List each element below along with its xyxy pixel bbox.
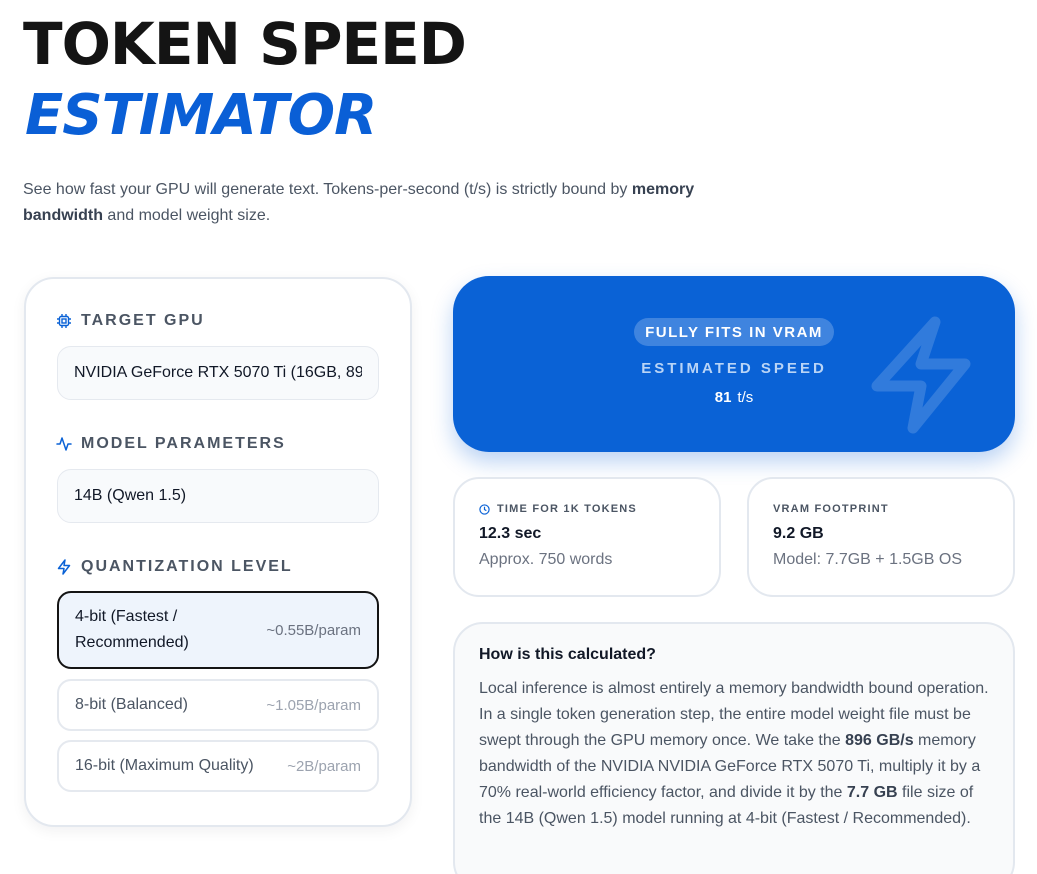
time-stat-value: 12.3 sec [479, 525, 542, 542]
page-title: TOKEN SPEED [23, 10, 467, 78]
bolt-icon [57, 559, 71, 575]
quant-option-16bit[interactable]: 16-bit (Maximum Quality) ~2B/param [57, 740, 379, 792]
vram-stat-sub: Model: 7.7GB + 1.5GB OS [773, 551, 962, 568]
clock-icon [479, 503, 490, 515]
vram-stat-card: VRAM FOOTPRINT 9.2 GB Model: 7.7GB + 1.5… [747, 477, 1015, 597]
intro-text: See how fast your GPU will generate text… [23, 181, 695, 224]
time-stat-card: TIME FOR 1K TOKENS 12.3 sec Approx. 750 … [453, 477, 721, 597]
quant-option-8bit[interactable]: 8-bit (Balanced) ~1.05B/param [57, 679, 379, 731]
time-stat-sub: Approx. 750 words [479, 551, 613, 568]
speed-result-card: FULLY FITS IN VRAM ESTIMATED SPEED 81 t/s [453, 276, 1015, 452]
vram-stat-label: VRAM FOOTPRINT [773, 503, 889, 515]
explanation-text: Local inference is almost entirely a mem… [479, 680, 989, 827]
quant-section-label: QUANTIZATION LEVEL [56, 558, 293, 576]
quant-option-4bit[interactable]: 4-bit (Fastest / Recommended) ~0.55B/par… [57, 591, 379, 669]
gpu-section-label: TARGET GPU [56, 312, 205, 330]
speed-value: 81 t/s [714, 389, 754, 406]
chip-icon [57, 314, 71, 328]
vram-fit-badge: FULLY FITS IN VRAM [634, 318, 834, 346]
vram-stat-value: 9.2 GB [773, 525, 824, 542]
time-stat-label: TIME FOR 1K TOKENS [479, 503, 637, 515]
page-title-accent: ESTIMATOR [25, 83, 377, 148]
gpu-select[interactable]: NVIDIA GeForce RTX 5070 Ti (16GB, 896 GB… [57, 346, 379, 400]
explanation-title: How is this calculated? [479, 646, 656, 663]
explanation-card: How is this calculated? Local inference … [453, 622, 1015, 874]
model-section-label: MODEL PARAMETERS [56, 435, 286, 453]
model-select[interactable]: 14B (Qwen 1.5) [57, 469, 379, 523]
activity-icon [56, 437, 72, 451]
speed-label: ESTIMATED SPEED [641, 360, 827, 377]
